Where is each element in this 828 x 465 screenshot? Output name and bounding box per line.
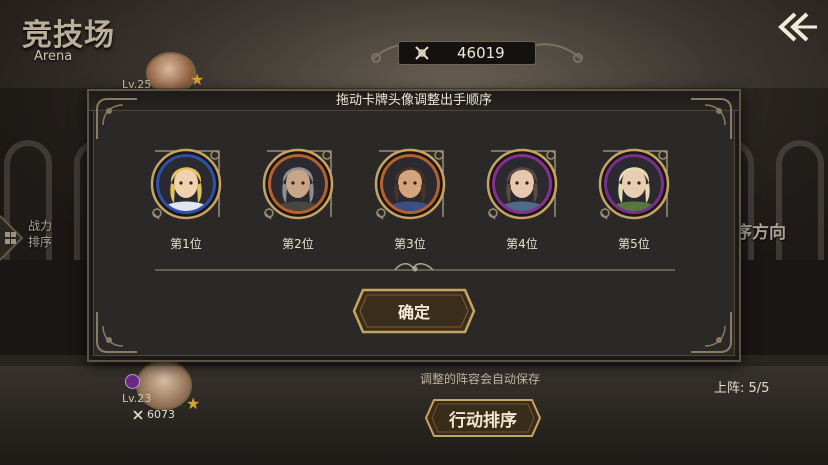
hero-position-label: 第4位 xyxy=(506,237,538,251)
hero-portrait-art xyxy=(598,148,670,220)
deploy-count: 上阵: 5/5 xyxy=(714,381,770,396)
back-button[interactable] xyxy=(772,10,820,44)
star-icon: ★ xyxy=(190,70,205,89)
action-order-label: 行动排序 xyxy=(449,410,517,431)
hero-portrait xyxy=(145,143,227,225)
confirm-button[interactable]: 确定 xyxy=(351,287,477,335)
hero-card-2[interactable]: 第2位 xyxy=(257,143,339,252)
double-arrow-back-icon xyxy=(778,12,817,42)
hero-portrait-art xyxy=(374,148,446,220)
confirm-label: 确定 xyxy=(397,303,430,322)
hero-card-5[interactable]: 第5位 xyxy=(593,143,675,252)
player-level-bottom: Lv.23 xyxy=(122,392,152,405)
page-subtitle: Arena xyxy=(34,49,73,64)
currency-value: 46019 xyxy=(457,44,505,62)
ornamental-divider xyxy=(155,263,675,272)
hero-portrait-art xyxy=(486,148,558,220)
crossed-swords-icon xyxy=(415,46,429,60)
arena-coin-counter: 46019 xyxy=(398,41,536,65)
hero-position-label: 第2位 xyxy=(282,237,314,251)
star-icon: ★ xyxy=(186,394,201,413)
action-order-button[interactable]: 行动排序 xyxy=(424,398,542,438)
corner-ornament xyxy=(691,98,732,139)
arena-floor xyxy=(0,355,828,465)
turn-order-dialog: 拖动卡牌头像调整出手顺序 第1位 第2位 第3位 第4位 第5位 确定 xyxy=(87,89,741,362)
crossed-swords-icon xyxy=(133,409,143,420)
hero-position-label: 第3位 xyxy=(394,237,426,251)
page-title: 竞技场 xyxy=(22,18,115,53)
hero-position-label: 第1位 xyxy=(170,237,202,251)
hero-portrait xyxy=(593,143,675,225)
corner-ornament xyxy=(691,312,732,353)
autosave-note: 调整的阵容会自动保存 xyxy=(420,372,541,386)
hero-portrait xyxy=(369,143,451,225)
class-badge-icon xyxy=(125,374,140,389)
corner-ornament xyxy=(96,312,137,353)
player-power-bottom: 6073 xyxy=(132,408,175,421)
hero-card-4[interactable]: 第4位 xyxy=(481,143,563,252)
hero-position-label: 第5位 xyxy=(618,237,650,251)
power-value: 6073 xyxy=(147,408,175,421)
hero-portrait-art xyxy=(262,148,334,220)
hero-portrait xyxy=(481,143,563,225)
hero-card-3[interactable]: 第3位 xyxy=(369,143,451,252)
hero-portrait xyxy=(257,143,339,225)
hero-card-1[interactable]: 第1位 xyxy=(145,143,227,252)
dialog-title: 拖动卡牌头像调整出手顺序 xyxy=(89,91,739,111)
corner-ornament xyxy=(96,98,137,139)
hero-portrait-art xyxy=(150,148,222,220)
